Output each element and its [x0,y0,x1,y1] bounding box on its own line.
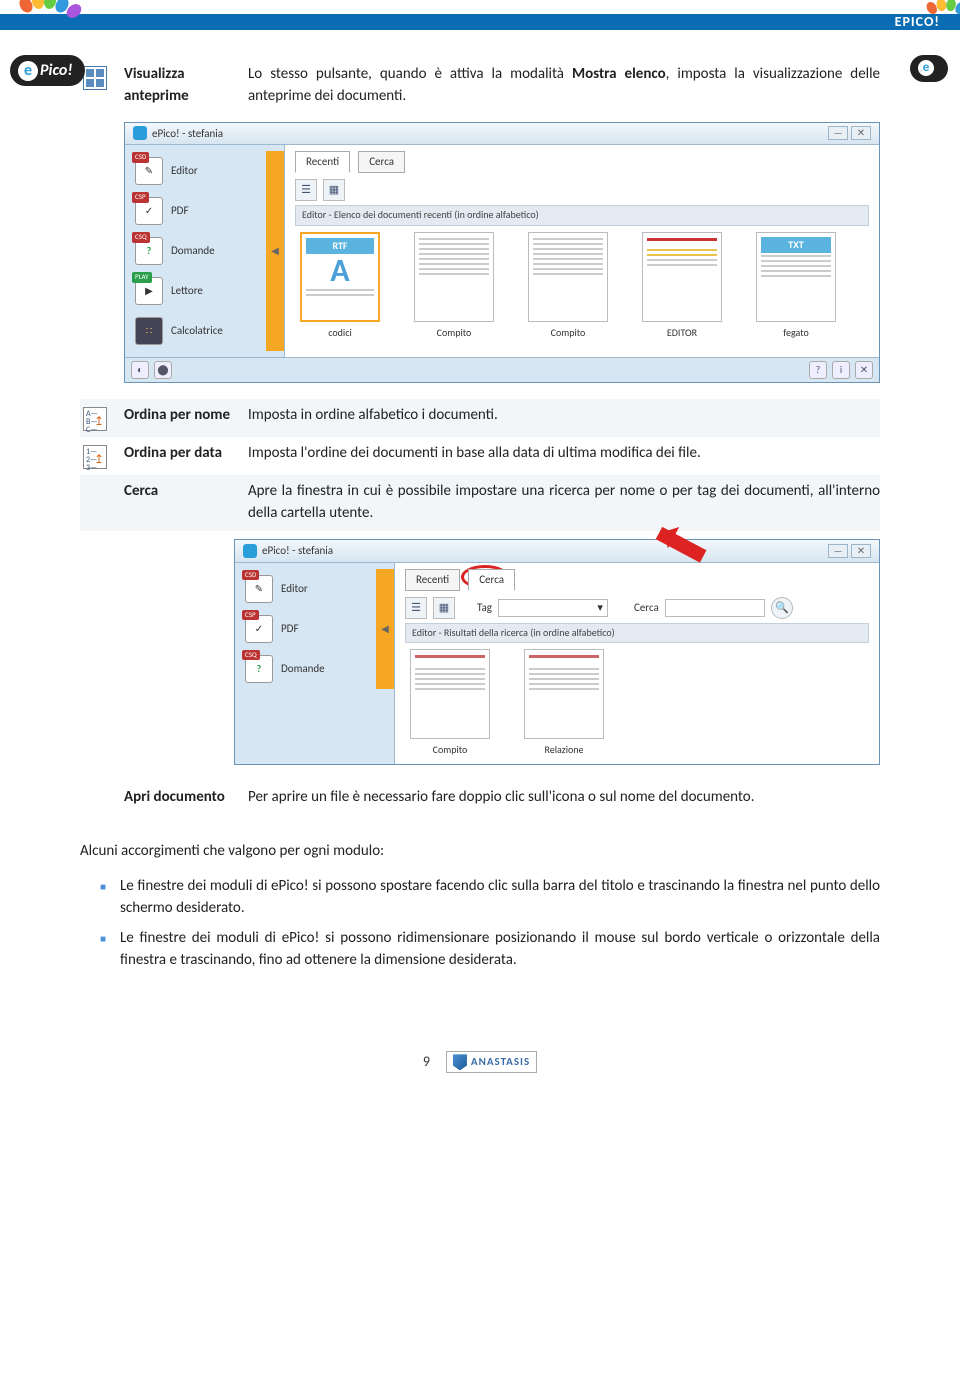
logo-right: e [910,0,960,72]
row-ordina-data: 1—2—3—↥ Ordina per data Imposta l'ordine… [80,437,880,475]
thumb-compito[interactable]: Compito [409,232,499,341]
row-label: Visualizza anteprime [124,64,234,108]
collapse-handle[interactable]: ◀ [376,569,394,689]
info-icon[interactable]: i [832,361,850,379]
anastasis-logo: ANASTASIS [446,1051,537,1073]
help-icon[interactable]: ? [809,361,827,379]
row-ordina-nome: A—B—C—↥ Ordina per nome Imposta in ordin… [80,399,880,437]
sidebar-item-domande[interactable]: CSQ?Domande [235,649,376,689]
tips-item: Le finestre dei moduli di ePico! si poss… [100,928,880,972]
close-icon: ✕ [851,544,871,558]
chevron-down-icon: ▾ [597,600,603,616]
window-title: ePico! - stefania [152,126,223,142]
row-desc: Apre la finestra in cui è possibile impo… [248,481,880,525]
statusbar: ◐ ⬤ ? i ✕ [125,357,879,382]
grid-view-icon[interactable]: ▦ [323,179,345,201]
thumb-relazione[interactable]: Relazione [519,649,609,758]
window-titlebar[interactable]: ePico! - stefania —✕ [125,123,879,146]
search-label: Cerca [634,600,659,616]
app-icon [243,544,257,558]
page-header: ePico! EPICO! e [0,0,960,40]
sidebar-item-pdf[interactable]: CSP✓PDF [235,609,376,649]
thumb-codici[interactable]: RTFAcodici [295,232,385,341]
row-label: Apri documento [124,787,234,809]
header-bar [0,14,960,30]
tips-intro: Alcuni accorgimenti che valgono per ogni… [80,841,880,863]
grid-view-icon[interactable]: ▦ [433,597,455,619]
logo-left: ePico! [10,0,100,76]
minimize-icon: — [828,126,848,140]
thumb-editor[interactable]: EDITOR [637,232,727,341]
row-label: Cerca [124,481,234,525]
close-icon: ✕ [851,126,871,140]
panel-title: Editor - Risultati della ricerca (in ord… [405,623,869,644]
panel-title: Editor - Elenco dei documenti recenti (i… [295,205,869,226]
search-icon [80,481,110,525]
sidebar-item-editor[interactable]: CSD✎Editor [125,151,266,191]
sidebar: CSD✎Editor CSP✓PDF CSQ?Domande PLAY▶Lett… [125,145,285,357]
row-label: Ordina per nome [124,405,234,431]
thumb-compito[interactable]: Compito [405,649,495,758]
app-icon [133,126,147,140]
list-view-icon[interactable]: ☰ [405,597,427,619]
sort-alpha-icon: A—B—C—↥ [80,405,110,431]
sidebar: CSD✎Editor CSP✓PDF CSQ?Domande ◀ [235,563,395,764]
tab-recenti[interactable]: Recenti [295,151,350,173]
sidebar-item-pdf[interactable]: CSP✓PDF [125,191,266,231]
row-visualizza-anteprime: Visualizza anteprime Lo stesso pulsante,… [80,58,880,114]
thumb-compito-2[interactable]: Compito [523,232,613,341]
window-controls[interactable]: —✕ [828,544,871,558]
main-panel: Recenti Cerca ☰ ▦ Editor - Elenco dei do… [285,145,879,357]
row-label: Ordina per data [124,443,234,469]
tag-select[interactable]: ▾ [498,599,608,617]
sort-date-icon: 1—2—3—↥ [80,443,110,469]
minimize-icon: — [828,544,848,558]
thumb-fegato[interactable]: TXTfegato [751,232,841,341]
row-desc: Imposta in ordine alfabetico i documenti… [248,405,880,431]
row-apri-documento: Apri documento Per aprire un file è nece… [80,781,880,815]
page-footer: 9 ANASTASIS [80,1051,880,1073]
search-go-icon[interactable]: 🔍 [771,597,793,619]
sidebar-item-calcolatrice[interactable]: ∷Calcolatrice [125,311,266,351]
tab-cerca[interactable]: Cerca [468,569,515,591]
tab-recenti[interactable]: Recenti [405,569,460,591]
row-desc: Imposta l'ordine dei documenti in base a… [248,443,880,469]
window-controls[interactable]: —✕ [828,126,871,140]
screenshot-editor-recenti: ePico! - stefania —✕ CSD✎Editor CSP✓PDF … [124,122,880,384]
screenshot-editor-cerca: ePico! - stefania —✕ CSD✎Editor CSP✓PDF … [234,539,880,765]
sidebar-item-domande[interactable]: CSQ?Domande [125,231,266,271]
shield-icon [453,1054,467,1070]
window-titlebar[interactable]: ePico! - stefania —✕ [235,540,879,563]
row-cerca: Cerca Apre la finestra in cui è possibil… [80,475,880,531]
list-view-icon[interactable]: ☰ [295,179,317,201]
main-panel: Recenti Cerca ☰ ▦ Tag ▾ Cerca 🔍 Editor -… [395,563,879,764]
tab-cerca[interactable]: Cerca [358,151,405,173]
page-number: 9 [423,1052,430,1072]
tips-item: Le finestre dei moduli di ePico! si poss… [100,876,880,920]
tag-label: Tag [477,600,492,616]
sidebar-item-lettore[interactable]: PLAY▶Lettore [125,271,266,311]
row-desc: Lo stesso pulsante, quando è attiva la m… [248,64,880,108]
window-title: ePico! - stefania [262,543,333,559]
tips-list: Le finestre dei moduli di ePico! si poss… [100,876,880,971]
collapse-handle[interactable]: ◀ [266,151,284,351]
row-desc: Per aprire un file è necessario fare dop… [248,787,880,809]
tools-icon[interactable]: ✕ [855,361,873,379]
search-input[interactable] [665,599,765,617]
status-icon[interactable]: ◐ [131,361,149,379]
sidebar-item-editor[interactable]: CSD✎Editor [235,569,376,609]
status-icon[interactable]: ⬤ [154,361,172,379]
